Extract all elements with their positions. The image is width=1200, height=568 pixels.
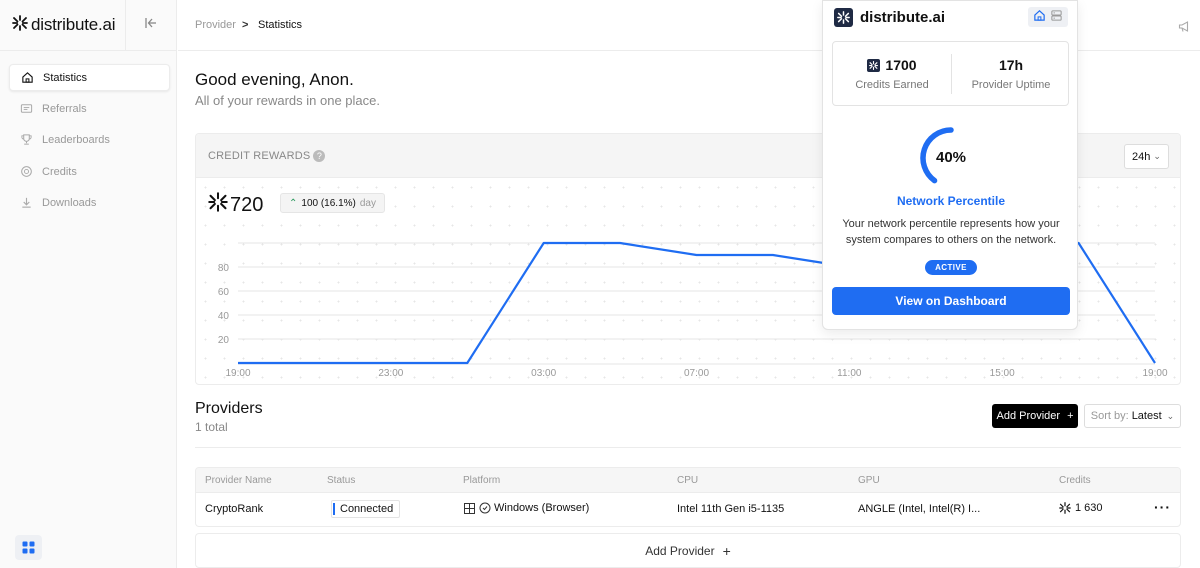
view-dashboard-button[interactable]: View on Dashboard [832,287,1070,315]
sidebar-item-label: Statistics [43,71,88,84]
providers-title: Providers [195,400,263,417]
column-header-name[interactable]: Provider Name [205,475,272,486]
x-tick-label: 07:00 [684,368,709,379]
coin-icon [19,165,33,179]
distribute-logo-icon [834,8,853,27]
credits-value: 1 630 [1075,502,1103,514]
divider [195,447,1181,448]
sidebar-item-leaderboards[interactable]: Leaderboards [9,126,170,153]
trophy-icon [19,133,33,147]
sidebar-item-referrals[interactable]: Referrals [9,95,170,122]
status-badge: ACTIVE [925,260,977,275]
collapse-sidebar-button[interactable] [141,15,161,35]
column-header-status[interactable]: Status [327,475,355,486]
sidebar-item-label: Credits [42,165,77,178]
y-tick-label: 60 [218,287,230,298]
credits-symbol-icon [1059,502,1071,514]
x-tick-label: 23:00 [378,368,403,379]
breadcrumb-current: Statistics [258,19,303,31]
provider-uptime-stat: 17h Provider Uptime [952,42,1070,107]
percentile-title: Network Percentile [896,194,1006,208]
x-tick-label: 15:00 [990,368,1015,379]
sidebar-item-downloads[interactable]: Downloads [9,189,170,216]
credits-earned-stat: 1700 Credits Earned [833,42,951,107]
table-header: Provider Name Status Platform CPU GPU Cr… [196,468,1180,493]
providers-table: Provider Name Status Platform CPU GPU Cr… [195,467,1181,527]
apps-grid-button[interactable] [15,535,42,560]
sort-prefix: Sort by: [1090,410,1129,422]
announcements-button[interactable] [1178,20,1191,36]
percentile-value: 40% [935,149,967,166]
popup-nav [1028,7,1068,27]
percentile-description: Your network percentile represents how y… [842,218,1060,246]
breadcrumb-parent[interactable]: Provider [195,19,236,31]
column-header-cpu[interactable]: CPU [677,475,698,486]
ticket-icon [19,102,33,116]
x-tick-label: 03:00 [531,368,556,379]
grid-icon [22,541,35,554]
sidebar-item-label: Leaderboards [42,133,110,146]
plus-icon: + [722,542,731,559]
windows-icon [464,502,475,514]
distribute-logo-icon[interactable] [12,15,28,36]
page-title: Good evening, Anon. [195,70,354,89]
y-tick-label: 80 [218,263,230,274]
gpu-value: ANGLE (Intel, Intel(R) I... [858,503,981,515]
browser-icon [479,502,491,514]
more-options-icon[interactable]: ··· [1154,499,1171,515]
sidebar-item-statistics[interactable]: Statistics [9,64,170,91]
column-header-gpu[interactable]: GPU [858,475,880,486]
credits-cell: 1 630 [1059,502,1103,514]
credits-earned-label: Credits Earned [855,79,929,91]
providers-count: 1 total [195,420,228,434]
x-tick-label: 19:00 [1142,368,1167,379]
home-icon[interactable] [1033,9,1046,25]
add-provider-label: Add Provider [996,410,1061,422]
extension-popup: distribute.ai 1700 Credits Earned 17h Pr… [822,0,1078,330]
x-tick-label: 19:00 [225,368,250,379]
add-provider-row-label: Add Provider [645,543,715,558]
home-icon [20,71,34,85]
cpu-value: Intel 11th Gen i5-1135 [677,503,785,515]
popup-title: distribute.ai [860,9,946,26]
provider-uptime-value: 17h [998,57,1024,73]
sidebar-item-credits[interactable]: Credits [9,158,170,185]
y-tick-label: 20 [218,335,230,346]
page-subtitle: All of your rewards in one place. [195,93,380,108]
status-badge: Connected [331,500,401,518]
brand-divider [125,0,126,51]
plus-icon: + [1067,410,1074,422]
provider-name[interactable]: CryptoRank [205,503,263,515]
x-tick-label: 11:00 [837,368,862,379]
megaphone-icon [1178,21,1189,32]
chevron-down-icon: ⌄ [1166,410,1175,421]
brand-name[interactable]: distribute.ai [31,15,116,35]
download-icon [19,196,33,210]
y-tick-label: 40 [218,311,230,322]
distribute-logo-icon [867,58,881,72]
sidebar: distribute.ai Statistics Referrals Leade… [0,0,177,568]
credits-earned-value-row: 1700 [833,57,951,73]
sort-select[interactable]: Sort by: Latest ⌄ [1084,404,1181,428]
platform-cell: Windows (Browser) [464,502,589,514]
add-provider-button[interactable]: Add Provider + [992,404,1078,428]
sidebar-item-label: Referrals [42,102,87,115]
sidebar-item-label: Downloads [42,196,97,209]
platform-value: Windows (Browser) [494,502,590,514]
column-header-platform[interactable]: Platform [463,475,500,486]
breadcrumb-separator: > [242,19,249,31]
sort-value: Latest [1131,410,1162,422]
column-header-credits[interactable]: Credits [1059,475,1091,486]
server-icon[interactable] [1050,9,1063,25]
brand-header: distribute.ai [0,0,177,51]
popup-stats-card: 1700 Credits Earned 17h Provider Uptime [832,41,1069,106]
add-provider-row-button[interactable]: Add Provider + [195,533,1181,568]
collapse-left-icon [145,18,156,28]
credits-earned-value: 1700 [885,57,917,73]
provider-uptime-label: Provider Uptime [971,79,1051,91]
